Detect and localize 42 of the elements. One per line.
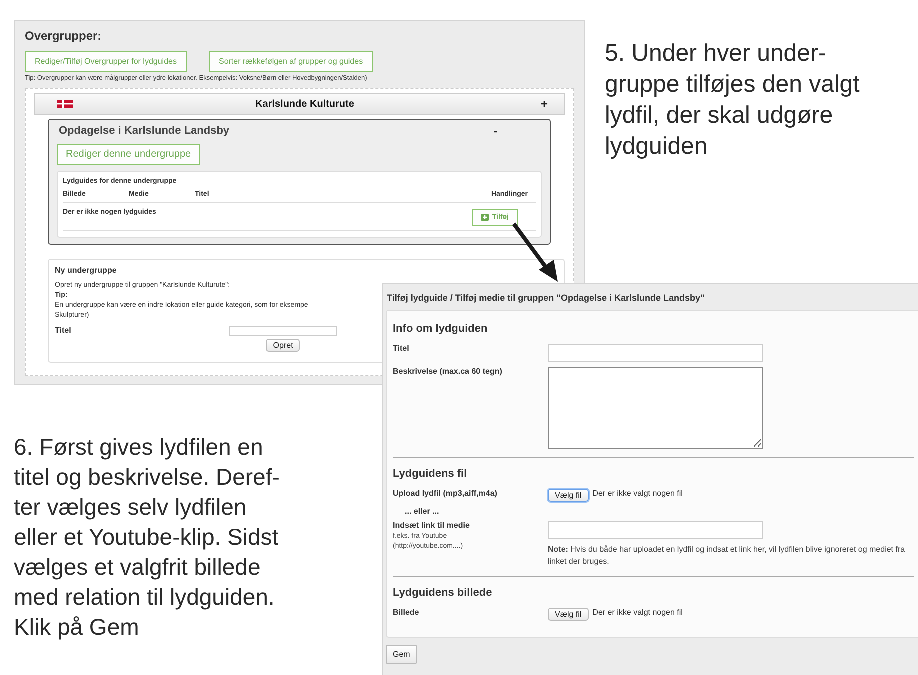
section-heading: Lydguidens billede [393,586,494,598]
group-title: Karlslunde Kulturute [254,98,356,110]
dialog-title: Tilføj lydguide / Tilføj medie til gruppen "Opdagelse i Karlslunde Landsby" [386,292,706,305]
subgroup-title: Opdagelse i Karlslunde Landsby [59,125,231,137]
title-input[interactable] [548,344,763,362]
field-label: Indsæt link til medie [393,521,471,530]
link-input[interactable] [548,521,763,539]
caption-line: Klik på Gem [14,613,140,642]
field-label: Beskrivelse (max.ca 60 tegn) [393,367,504,376]
section-heading: Lydguidens fil [393,468,468,480]
caption-line: lydguiden [605,132,709,162]
page-heading: Overgrupper: [25,29,103,43]
plus-icon [481,214,490,221]
caption-line: titel og beskrivelse. Deref- [14,463,280,492]
caption-line: ter vælges selv lydfilen [14,493,248,522]
or-separator: ... eller ... [404,507,440,516]
file-status: Der er ikke valgt nogen fil [592,608,683,616]
description-textarea[interactable] [548,367,763,449]
save-button[interactable]: Gem [386,644,418,664]
field-label: Upload lydfil (mp3,aiff,m4a) [393,489,498,498]
caption-line: med relation til lydguiden. [14,583,276,612]
caption-line: eller et Youtube-klip. Sidst [14,523,280,552]
caption-line: vælges et valgfrit billede [14,553,262,582]
caption-line: 6. Først gives lydfilen en [14,433,264,462]
create-button[interactable]: Opret [266,339,300,352]
caption-line: 5. Under hver under- [605,39,828,69]
collapse-toggle[interactable]: - [490,124,502,138]
field-label: Titel [393,344,410,353]
flag-icon [57,100,73,108]
note-text: Note: Hvis du både har uploadet en lydfil og indsat et link her, vil lydfilen blive ignoreret og mediet fra linket der bruges. [548,544,906,568]
title-input[interactable] [229,326,338,336]
section-heading: Info om lydguiden [393,323,489,335]
choose-file-button[interactable]: Vælg fil [548,489,589,502]
file-status: Der er ikke valgt nogen fil [592,489,683,498]
field-label: Billede [393,608,420,616]
caption-line: gruppe tilføjes den valgt [605,70,860,100]
caption-line: lydfil, der skal udgøre [605,101,834,131]
field-label: Titel [55,326,72,335]
section-heading: Ny undergruppe [55,266,117,275]
pointer-arrow [512,222,558,282]
choose-file-button[interactable]: Vælg fil [548,608,589,620]
expand-toggle[interactable]: + [536,97,552,111]
